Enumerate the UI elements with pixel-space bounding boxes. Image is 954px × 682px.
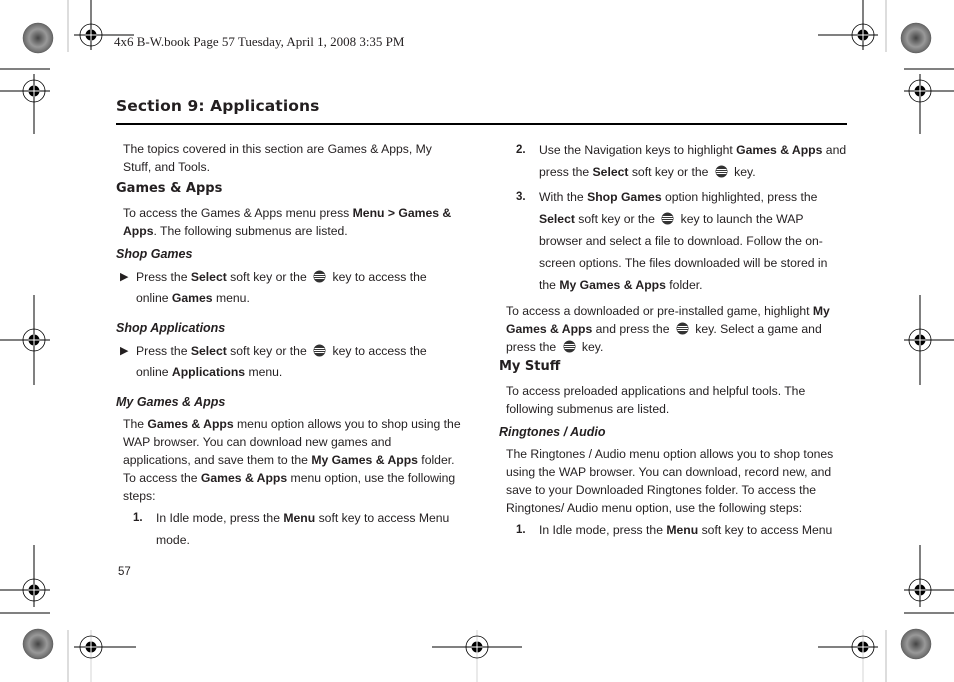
games-apps-heading: Games & Apps <box>116 181 223 196</box>
bold-text: Games & Apps <box>147 417 234 431</box>
bullet-arrow-icon: ▶ <box>120 345 129 357</box>
intro-paragraph: The topics covered in this section are G… <box>123 142 432 174</box>
text: Use the Navigation keys to highlight <box>539 143 737 157</box>
text: Press the <box>136 270 191 284</box>
step-1-right: 1. In Idle mode, press the Menu soft key… <box>499 519 847 541</box>
att-globe-key-icon <box>563 340 576 353</box>
games-label: Games <box>171 291 213 305</box>
select-label: Select <box>190 270 227 284</box>
select-label: Select <box>592 165 629 179</box>
text: menu. <box>245 365 283 379</box>
text: soft key or the <box>628 165 712 179</box>
text: To access a downloaded or pre-installed … <box>506 304 813 318</box>
step-number: 3. <box>516 191 526 203</box>
shop-applications-bullet: ▶ Press the Select soft key or the key t… <box>116 341 461 383</box>
section-title: Section 9: Applications <box>116 97 320 115</box>
text: and press the <box>592 322 673 336</box>
select-label: Select <box>190 344 227 358</box>
text: The <box>123 417 148 431</box>
text: key. <box>578 340 604 354</box>
my-games-apps-paragraph: The Games & Apps menu option allows you … <box>116 415 461 505</box>
print-header: 4x6 B-W.book Page 57 Tuesday, April 1, 2… <box>114 34 405 49</box>
text: In Idle mode, press the <box>539 523 667 537</box>
my-stuff-intro: To access preloaded applications and hel… <box>506 384 806 416</box>
text: . The following submenus are listed. <box>153 224 348 238</box>
text: menu. <box>212 291 250 305</box>
games-apps-intro: To access the Games & Apps menu press Me… <box>116 204 461 240</box>
bullet-arrow-icon: ▶ <box>120 271 129 283</box>
step-3: 3. With the Shop Games option highlighte… <box>499 186 847 296</box>
text: key. <box>730 165 756 179</box>
text: To access the Games & Apps menu press <box>123 206 353 220</box>
step-number: 1. <box>133 512 143 524</box>
applications-label: Applications <box>171 365 246 379</box>
bold-text: My Games & Apps <box>311 453 418 467</box>
att-globe-key-icon <box>661 210 674 225</box>
text: In Idle mode, press the <box>156 511 284 525</box>
shop-applications-heading: Shop Applications <box>116 321 226 335</box>
att-globe-key-icon <box>676 322 689 335</box>
step-1-left: 1. In Idle mode, press the Menu soft key… <box>116 507 461 551</box>
my-games-apps-heading: My Games & Apps <box>116 395 226 409</box>
step-2: 2. Use the Navigation keys to highlight … <box>499 139 847 183</box>
text: Press the <box>136 344 191 358</box>
step-number: 1. <box>516 524 526 536</box>
step-number: 2. <box>516 144 526 156</box>
shop-games-bullet: ▶ Press the Select soft key or the key t… <box>116 267 461 309</box>
text: soft key to access Menu <box>698 523 833 537</box>
menu-label: Menu <box>666 523 699 537</box>
right-column: 2. Use the Navigation keys to highlight … <box>499 139 847 541</box>
text: soft key or the <box>226 270 311 284</box>
att-globe-key-icon <box>313 269 326 283</box>
text: folder. <box>665 278 703 292</box>
bold-text: My Games & Apps <box>559 278 666 292</box>
text: option highlighted, press the <box>661 190 818 204</box>
ringtones-audio-heading: Ringtones / Audio <box>499 425 606 439</box>
page-number: 57 <box>118 566 131 578</box>
section-rule <box>116 123 847 125</box>
my-stuff-heading: My Stuff <box>499 359 561 374</box>
left-column: The topics covered in this section are G… <box>116 140 461 551</box>
bold-text: Shop Games <box>587 190 662 204</box>
text: soft key or the <box>574 212 659 226</box>
bold-text: Games & Apps <box>200 471 288 485</box>
text: soft key or the <box>226 344 311 358</box>
att-globe-key-icon <box>313 343 326 357</box>
shop-games-heading: Shop Games <box>116 247 193 261</box>
ringtones-audio-paragraph: The Ringtones / Audio menu option allows… <box>506 447 834 515</box>
text: With the <box>539 190 588 204</box>
access-game-paragraph: To access a downloaded or pre-installed … <box>499 302 847 356</box>
select-label: Select <box>539 212 575 226</box>
bold-text: Games & Apps <box>736 143 823 157</box>
menu-label: Menu <box>283 511 316 525</box>
att-globe-key-icon <box>715 163 728 178</box>
